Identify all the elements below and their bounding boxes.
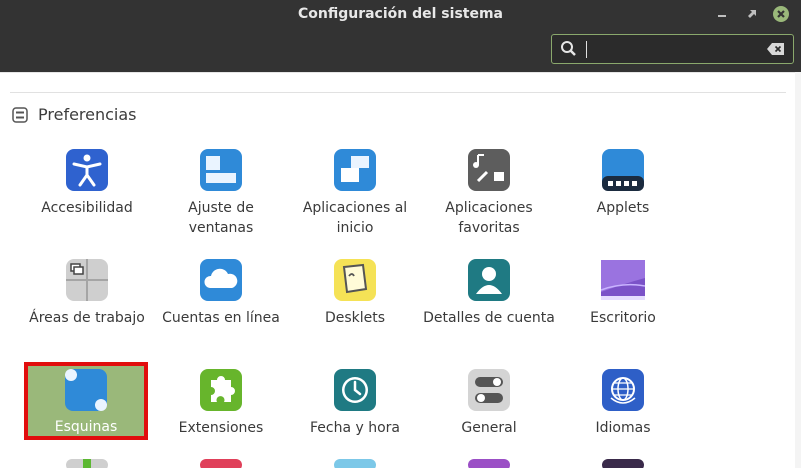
title-bar: Configuración del sistema [0, 0, 801, 72]
item-label: Desklets [324, 310, 386, 326]
item-applets[interactable]: Applets [556, 148, 690, 218]
item-idiomas[interactable]: Idiomas [556, 368, 690, 438]
item-general[interactable]: General [422, 368, 556, 438]
close-button[interactable] [773, 6, 789, 22]
clear-search-icon[interactable] [767, 42, 785, 56]
desklets-icon [334, 259, 376, 301]
cloud-icon [200, 259, 242, 301]
globe-icon [602, 369, 644, 411]
search-icon [561, 41, 576, 56]
item-label: Detalles de cuenta [423, 310, 555, 326]
item-extensiones[interactable]: Extensiones [154, 368, 288, 438]
item-aplicaciones-favoritas[interactable]: Aplicaciones favoritas [422, 148, 556, 238]
item-label: Ajuste de ventanas [188, 200, 254, 236]
item-ajuste-de-ventanas[interactable]: Ajuste de ventanas [154, 148, 288, 238]
partial-icon [66, 459, 108, 468]
partial-icon [200, 459, 242, 468]
clock-icon [334, 369, 376, 411]
user-icon [468, 259, 510, 301]
item-label: Cuentas en línea [162, 310, 280, 326]
partial-icon [334, 459, 376, 468]
applets-icon [602, 149, 644, 191]
section-divider [10, 92, 786, 93]
item-detalles-de-cuenta[interactable]: Detalles de cuenta [422, 258, 556, 328]
toggles-icon [468, 369, 510, 411]
header-divider [0, 72, 795, 73]
maximize-button[interactable] [744, 6, 760, 22]
item-label: Accesibilidad [41, 200, 133, 216]
preferences-icon [12, 107, 28, 123]
section-title: Preferencias [38, 105, 137, 124]
search-input[interactable] [588, 38, 762, 62]
item-fecha-y-hora[interactable]: Fecha y hora [288, 368, 422, 438]
minimize-button[interactable] [714, 6, 730, 22]
item-label: Áreas de trabajo [29, 310, 145, 326]
desktop-icon [601, 260, 645, 300]
close-icon [777, 10, 785, 18]
item-aplicaciones-al-inicio[interactable]: Aplicaciones al inicio [288, 148, 422, 238]
preferred-apps-icon [468, 149, 510, 191]
minimize-icon [718, 15, 726, 17]
window-tiling-icon [200, 149, 242, 191]
item-desklets[interactable]: Desklets [288, 258, 422, 328]
item-cuentas-en-linea[interactable]: Cuentas en línea [154, 258, 288, 328]
item-label: Aplicaciones favoritas [445, 200, 533, 236]
partial-icon [468, 459, 510, 468]
item-accesibilidad[interactable]: Accesibilidad [20, 148, 154, 218]
window-title: Configuración del sistema [297, 6, 503, 22]
item-label: Extensiones [178, 420, 264, 436]
item-label: Escritorio [590, 310, 656, 326]
window-edge [795, 72, 801, 468]
partial-icon [602, 459, 644, 468]
maximize-icon [748, 10, 756, 18]
item-label: Applets [596, 200, 650, 216]
item-label: Idiomas [595, 420, 651, 436]
text-caret [586, 41, 587, 58]
item-label: Aplicaciones al inicio [302, 200, 408, 236]
accessibility-icon [66, 149, 108, 191]
item-label: General [461, 420, 517, 436]
item-esquinas-activas[interactable]: Esquinas activas [24, 362, 148, 455]
workspaces-icon [66, 259, 108, 301]
startup-apps-icon [334, 149, 376, 191]
item-label: Fecha y hora [309, 420, 400, 436]
puzzle-icon [200, 369, 242, 411]
hot-corners-icon [65, 369, 107, 411]
item-label: Esquinas activas [54, 419, 118, 455]
item-areas-de-trabajo[interactable]: Áreas de trabajo [20, 258, 154, 328]
search-field[interactable] [551, 34, 794, 64]
item-escritorio[interactable]: Escritorio [556, 258, 690, 328]
